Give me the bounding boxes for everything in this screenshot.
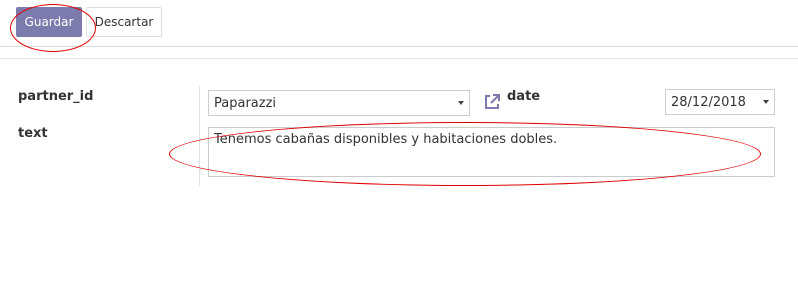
- chevron-down-icon: [763, 100, 769, 104]
- partner-id-select[interactable]: Paparazzi: [208, 90, 470, 116]
- chevron-down-icon: [458, 101, 464, 105]
- date-label: date: [507, 89, 541, 104]
- control-panel: Guardar Descartar: [0, 0, 798, 47]
- date-field[interactable]: 28/12/2018: [665, 89, 775, 115]
- save-button[interactable]: Guardar: [16, 7, 82, 37]
- text-field[interactable]: Tenemos cabañas disponibles y habitacion…: [208, 127, 775, 177]
- text-label: text: [18, 126, 48, 141]
- discard-button[interactable]: Descartar: [86, 7, 162, 37]
- partner-id-value: Paparazzi: [214, 95, 277, 111]
- column-divider: [199, 86, 200, 186]
- date-value: 28/12/2018: [671, 94, 746, 110]
- external-link-icon[interactable]: [483, 93, 501, 111]
- partner-id-label: partner_id: [18, 89, 94, 104]
